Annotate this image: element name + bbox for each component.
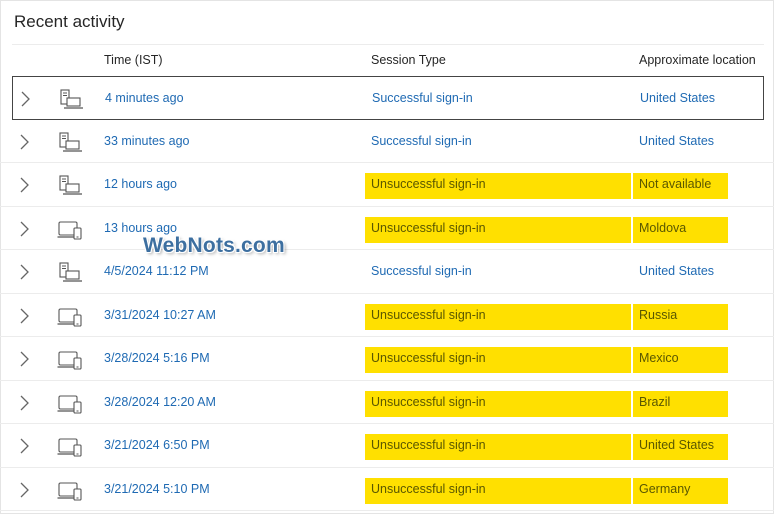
chevron-right-icon[interactable] [17,351,31,367]
chevron-right-icon[interactable] [17,482,31,498]
activity-time[interactable]: 12 hours ago [104,177,177,191]
activity-row[interactable]: 12 hours ago Unsuccessful sign-in Not avai… [0,163,774,207]
approximate-location[interactable]: United States [639,134,714,148]
devices-icon [57,219,83,241]
chevron-right-icon[interactable] [17,308,31,324]
approximate-location[interactable]: Brazil [639,395,670,409]
activity-time[interactable]: 3/21/2024 6:50 PM [104,438,210,452]
activity-time[interactable]: 13 hours ago [104,221,177,235]
devices-icon [57,306,83,328]
session-type[interactable]: Unsuccessful sign-in [371,438,486,452]
activity-row[interactable]: 3/28/2024 5:16 PM Unsuccessful sign-in Mex… [0,337,774,381]
activity-time[interactable]: 4 minutes ago [105,91,184,105]
approximate-location[interactable]: Mexico [639,351,679,365]
desktop-icon [58,89,84,111]
approximate-location[interactable]: United States [640,91,715,105]
activity-time[interactable]: 33 minutes ago [104,134,189,148]
column-header-time: Time (IST) [104,53,163,67]
activity-row[interactable]: 3/28/2024 12:20 AM Unsuccessful sign-in Br… [0,381,774,424]
approximate-location[interactable]: Russia [639,308,677,322]
approximate-location[interactable]: United States [639,438,714,452]
session-type[interactable]: Successful sign-in [371,134,472,148]
chevron-right-icon[interactable] [17,438,31,454]
activity-row[interactable]: 4 minutes ago Successful sign-in United St… [12,76,764,120]
activity-time[interactable]: 3/28/2024 12:20 AM [104,395,216,409]
chevron-right-icon[interactable] [17,264,31,280]
approximate-location[interactable]: Moldova [639,221,686,235]
approximate-location[interactable]: Germany [639,482,690,496]
page-title: Recent activity [14,12,125,31]
session-type[interactable]: Unsuccessful sign-in [371,482,486,496]
activity-time[interactable]: 3/28/2024 5:16 PM [104,351,210,365]
devices-icon [57,436,83,458]
session-type[interactable]: Unsuccessful sign-in [371,395,486,409]
chevron-right-icon[interactable] [18,91,32,107]
devices-icon [57,480,83,502]
desktop-icon [57,175,83,197]
activity-time[interactable]: 3/31/2024 10:27 AM [104,308,216,322]
desktop-icon [57,262,83,284]
activity-row[interactable]: 3/31/2024 10:27 AM Unsuccessful sign-in Ru… [0,294,774,337]
session-type[interactable]: Successful sign-in [372,91,473,105]
activity-time[interactable]: 4/5/2024 11:12 PM [104,264,209,278]
activity-row[interactable]: 4/5/2024 11:12 PM Successful sign-in Unite… [0,250,774,294]
chevron-right-icon[interactable] [17,134,31,150]
activity-row[interactable]: 3/21/2024 5:10 PM Unsuccessful sign-in Ger… [0,468,774,511]
chevron-right-icon[interactable] [17,395,31,411]
chevron-right-icon[interactable] [17,177,31,193]
column-header-session-type: Session Type [371,53,446,67]
session-type[interactable]: Unsuccessful sign-in [371,177,486,191]
approximate-location[interactable]: United States [639,264,714,278]
approximate-location[interactable]: Not available [639,177,711,191]
activity-list: 4 minutes ago Successful sign-in United St… [0,76,774,511]
session-type[interactable]: Unsuccessful sign-in [371,221,486,235]
activity-row[interactable]: 13 hours ago Unsuccessful sign-in Moldova [0,207,774,250]
activity-row[interactable]: 3/21/2024 6:50 PM Unsuccessful sign-in Uni… [0,424,774,468]
session-type[interactable]: Unsuccessful sign-in [371,351,486,365]
column-header-location: Approximate location [639,53,756,67]
watermark: WebNots.com [143,234,285,257]
session-type[interactable]: Unsuccessful sign-in [371,308,486,322]
session-type[interactable]: Successful sign-in [371,264,472,278]
activity-row[interactable]: 33 minutes ago Successful sign-in United S… [0,120,774,163]
desktop-icon [57,131,83,154]
chevron-right-icon[interactable] [17,221,31,237]
table-header: Time (IST) Session Type Approximate loca… [0,44,774,76]
devices-icon [57,393,83,415]
devices-icon [57,349,83,371]
activity-time[interactable]: 3/21/2024 5:10 PM [104,482,210,496]
